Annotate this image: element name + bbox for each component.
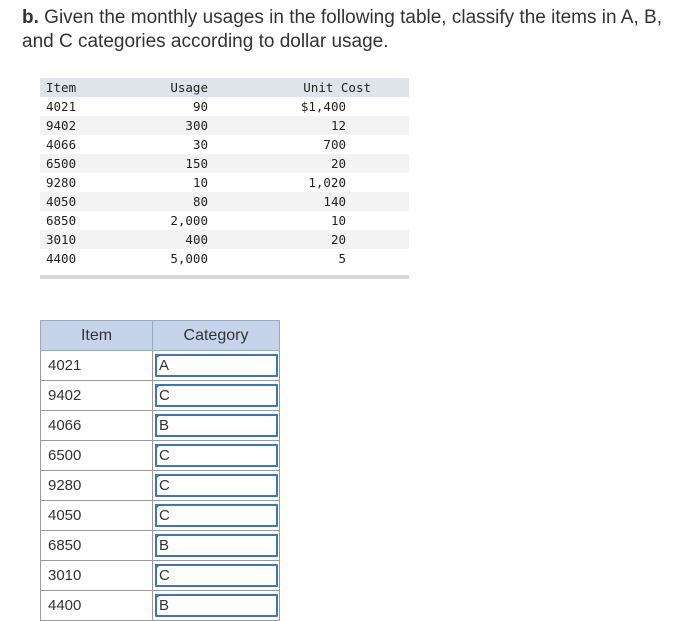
category-row: 4050 C: [40, 500, 280, 531]
unit-cost-value: 140: [323, 194, 346, 209]
category-item: 4021: [40, 350, 153, 381]
usage-row: 9280 10 1,020: [40, 173, 409, 192]
category-row: 4066 B: [40, 410, 280, 441]
category-item: 6500: [40, 440, 153, 471]
category-item: 3010: [40, 560, 153, 591]
usage-row: 9402 300 12: [40, 116, 409, 135]
category-row: 3010 C: [40, 560, 280, 591]
usage-value: 2,000: [170, 213, 208, 228]
unit-cost-value: 1,020: [308, 175, 346, 190]
usage-value: 90: [192, 99, 208, 114]
answer-corner-marker-icon: [155, 534, 161, 540]
answer-corner-marker-icon: [155, 414, 161, 420]
usage-value: 30: [192, 137, 208, 152]
category-answer-field[interactable]: B: [155, 594, 278, 617]
category-answer-field[interactable]: A: [155, 354, 278, 377]
category-item: 4066: [40, 410, 153, 441]
unit-cost-value: 20: [330, 232, 346, 247]
usage-item: 6500: [46, 156, 77, 171]
category-item: 4400: [40, 590, 153, 621]
unit-cost-value: 700: [323, 137, 346, 152]
answer-corner-marker-icon: [155, 594, 161, 600]
answer-corner-marker-icon: [155, 564, 161, 570]
category-header-category: Category: [152, 320, 280, 351]
category-answer-field[interactable]: C: [155, 474, 278, 497]
category-item: 9280: [40, 470, 153, 501]
category-answer-field[interactable]: C: [155, 564, 278, 587]
unit-cost-value: 12: [330, 118, 346, 133]
answer-corner-marker-icon: [155, 474, 161, 480]
answer-corner-marker-icon: [155, 384, 161, 390]
category-answer-field[interactable]: B: [155, 534, 278, 557]
usage-row: 6850 2,000 10: [40, 211, 409, 230]
usage-item: 9402: [46, 118, 77, 133]
category-header-item: Item: [40, 320, 153, 351]
category-item: 9402: [40, 380, 153, 411]
category-row: 4400 B: [40, 590, 280, 621]
category-row: 9280 C: [40, 470, 280, 501]
answer-corner-marker-icon: [155, 354, 161, 360]
unit-cost-value: 5: [338, 251, 346, 266]
usage-table: Item Usage Unit Cost 4021 90 $1,400 9402 30…: [40, 78, 409, 268]
category-answer-field[interactable]: B: [155, 414, 278, 437]
unit-cost-value: 20: [330, 156, 346, 171]
category-answer-field[interactable]: C: [155, 384, 278, 407]
usage-item: 4066: [46, 137, 77, 152]
unit-cost-value: 10: [330, 213, 346, 228]
category-item: 4050: [40, 500, 153, 531]
usage-value: 80: [192, 194, 208, 209]
category-row: 6500 C: [40, 440, 280, 471]
usage-value: 400: [185, 232, 208, 247]
category-item: 6850: [40, 530, 153, 561]
usage-row: 4066 30 700: [40, 135, 409, 154]
usage-value: 10: [192, 175, 208, 190]
usage-item: 4050: [46, 194, 77, 209]
usage-table-header: Item Usage Unit Cost: [40, 78, 409, 97]
answer-corner-marker-icon: [155, 444, 161, 450]
usage-item: 4400: [46, 251, 77, 266]
usage-value: 150: [185, 156, 208, 171]
question-text: b. Given the monthly usages in the follo…: [22, 6, 692, 54]
usage-header-usage: Usage: [170, 80, 208, 95]
usage-row: 6500 150 20: [40, 154, 409, 173]
usage-item: 6850: [46, 213, 77, 228]
answer-corner-marker-icon: [155, 504, 161, 510]
category-answer-field[interactable]: C: [155, 504, 278, 527]
usage-row: 4400 5,000 5: [40, 249, 409, 268]
usage-header-unit-cost: Unit Cost: [303, 80, 371, 95]
category-answer-field[interactable]: C: [155, 444, 278, 467]
category-table-header: Item Category: [40, 320, 280, 351]
usage-item: 3010: [46, 232, 77, 247]
usage-row: 4050 80 140: [40, 192, 409, 211]
usage-item: 4021: [46, 99, 77, 114]
usage-value: 5,000: [170, 251, 208, 266]
category-table: Item Category 4021 A 9402 C 4066 B 6500 C 92…: [40, 320, 280, 621]
usage-header-item: Item: [46, 80, 77, 95]
category-row: 4021 A: [40, 350, 280, 381]
unit-cost-value: $1,400: [300, 99, 346, 114]
usage-item: 9280: [46, 175, 77, 190]
question-body: Given the monthly usages in the followin…: [22, 7, 662, 52]
usage-value: 300: [185, 118, 208, 133]
category-row: 9402 C: [40, 380, 280, 411]
usage-table-bottom-rule: [40, 275, 409, 279]
category-row: 6850 B: [40, 530, 280, 561]
question-label: b.: [22, 7, 39, 28]
usage-row: 4021 90 $1,400: [40, 97, 409, 116]
usage-row: 3010 400 20: [40, 230, 409, 249]
